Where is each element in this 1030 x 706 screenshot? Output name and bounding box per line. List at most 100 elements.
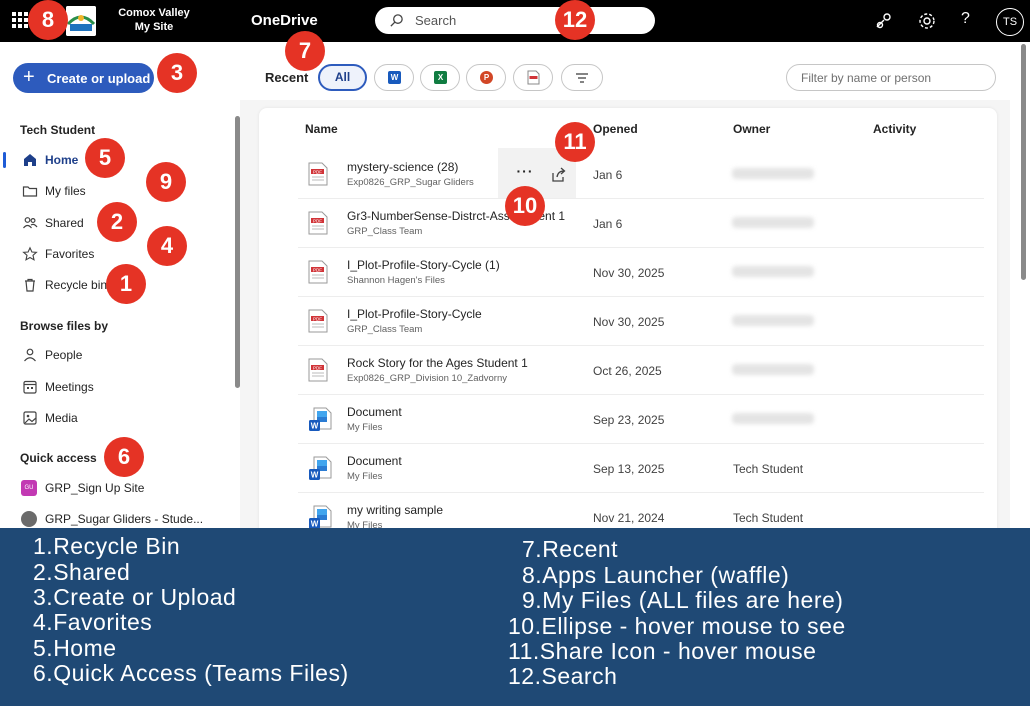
word-icon: W [388, 71, 401, 84]
column-header-opened[interactable]: Opened [593, 122, 638, 136]
sidebar-item-label: Shared [45, 216, 84, 230]
sidebar-item-label: Meetings [45, 380, 94, 394]
legend-item: 4.Favorites [33, 609, 153, 635]
site-name[interactable]: Comox Valley My Site [106, 6, 202, 34]
badge-5: 5 [85, 138, 125, 178]
file-opened-date: Sep 23, 2025 [593, 413, 665, 427]
pdf-file-icon: PDF [308, 211, 328, 235]
sidebar-item-media[interactable]: Media [0, 404, 232, 432]
share-icon[interactable] [550, 166, 568, 184]
help-icon[interactable]: ? [961, 10, 970, 28]
file-location: Exp0826_GRP_Division 10_Zadvorny [347, 373, 508, 384]
column-header-activity[interactable]: Activity [873, 122, 916, 136]
owner-redacted [732, 266, 814, 277]
table-row[interactable]: PDF I_Plot-Profile-Story-Cycle GRP_Class… [298, 297, 984, 346]
pdf-icon [527, 70, 540, 85]
create-button-label: Create or upload [47, 71, 151, 86]
badge-8: 8 [28, 0, 68, 40]
star-icon [22, 246, 38, 261]
gear-icon[interactable] [917, 11, 937, 31]
file-location: My Files [347, 422, 383, 433]
trash-icon [25, 278, 35, 292]
badge-10: 10 [505, 186, 545, 226]
quick-access-heading: Quick access [20, 451, 97, 465]
pdf-file-icon: PDF [308, 260, 328, 284]
main-scrollbar[interactable] [1021, 44, 1026, 280]
file-location: Shannon Hagen's Files [347, 275, 445, 286]
sidebar-item-my-files[interactable]: My files [0, 177, 232, 205]
quick-access-item-sign-up-site[interactable]: GU GRP_Sign Up Site [0, 474, 232, 502]
file-opened-date: Nov 30, 2025 [593, 315, 665, 329]
word-file-icon: W [309, 407, 332, 431]
powerpoint-icon: P [480, 71, 493, 84]
excel-icon: X [434, 71, 447, 84]
people-icon [23, 217, 38, 229]
svg-text:W: W [311, 471, 319, 480]
file-location: My Files [347, 471, 383, 482]
table-row[interactable]: W Document My Files Sep 13, 2025 Tech St… [298, 444, 984, 493]
filter-all-button[interactable]: All [318, 64, 367, 91]
badge-1: 1 [106, 264, 146, 304]
file-name[interactable]: I_Plot-Profile-Story-Cycle [347, 307, 482, 321]
site-icon: GU [21, 480, 37, 496]
sidebar-item-meetings[interactable]: Meetings [0, 373, 232, 401]
filter-by-name-input[interactable] [786, 64, 996, 91]
person-icon [24, 348, 36, 362]
file-name[interactable]: mystery-science (28) [347, 160, 458, 174]
svg-text:W: W [311, 422, 319, 431]
sidebar-item-label: People [45, 348, 83, 362]
file-name[interactable]: Document [347, 454, 402, 468]
table-row[interactable]: PDF Gr3-NumberSense-Distrct-Assessment 1… [298, 199, 984, 248]
column-header-owner[interactable]: Owner [733, 122, 770, 136]
filter-lines-icon [576, 73, 588, 83]
file-location: Exp0826_GRP_Sugar Gliders [347, 177, 474, 188]
pdf-file-icon: PDF [308, 358, 328, 382]
column-header-name[interactable]: Name [305, 122, 338, 136]
badge-3: 3 [157, 53, 197, 93]
file-name[interactable]: Document [347, 405, 402, 419]
badge-2: 2 [97, 202, 137, 242]
svg-text:PDF: PDF [313, 169, 322, 174]
legend-item: 3.Create or Upload [33, 584, 237, 610]
file-name[interactable]: Rock Story for the Ages Student 1 [347, 356, 528, 370]
sidebar-item-label: Favorites [45, 247, 95, 261]
file-name[interactable]: I_Plot-Profile-Story-Cycle (1) [347, 258, 500, 272]
sidebar-item-label: Media [45, 411, 78, 425]
filter-excel-button[interactable]: X [420, 64, 460, 91]
more-options-ellipsis-button[interactable]: ··· [512, 164, 538, 182]
site-name-line1: Comox Valley [118, 7, 190, 19]
home-icon [24, 154, 36, 166]
feedback-icon[interactable] [874, 11, 894, 31]
file-owner: Tech Student [733, 462, 804, 476]
avatar[interactable]: TS [996, 8, 1024, 36]
badge-12: 12 [555, 0, 595, 40]
filter-pdf-button[interactable] [513, 64, 553, 91]
sidebar-item-favorites[interactable]: Favorites [0, 240, 232, 268]
user-name-heading: Tech Student [20, 123, 96, 137]
svg-text:PDF: PDF [313, 365, 322, 370]
create-or-upload-button[interactable]: + Create or upload [13, 63, 154, 93]
badge-7: 7 [285, 31, 325, 71]
table-row[interactable]: PDF I_Plot-Profile-Story-Cycle (1) Shann… [298, 248, 984, 297]
legend-item: 1.Recycle Bin [33, 533, 181, 559]
app-launcher-waffle-icon[interactable] [12, 12, 28, 28]
legend-item: 6.Quick Access (Teams Files) [33, 660, 349, 686]
filter-powerpoint-button[interactable]: P [466, 64, 506, 91]
table-row[interactable]: PDF mystery-science (28) Exp0826_GRP_Sug… [298, 150, 984, 199]
search-box[interactable] [375, 7, 655, 34]
badge-11: 11 [555, 122, 595, 162]
svg-text:PDF: PDF [313, 316, 322, 321]
filter-more-button[interactable] [561, 64, 603, 91]
site-logo[interactable] [66, 6, 96, 36]
file-name[interactable]: my writing sample [347, 503, 443, 517]
sidebar-item-label: GRP_Sugar Gliders - Stude... [45, 512, 204, 526]
table-row[interactable]: W Document My Files Sep 23, 2025 [298, 395, 984, 444]
sidebar-item-people[interactable]: People [0, 341, 232, 369]
app-name[interactable]: OneDrive [251, 12, 318, 29]
file-owner: Tech Student [733, 511, 804, 525]
owner-redacted [732, 217, 814, 228]
filter-word-button[interactable]: W [374, 64, 414, 91]
table-row[interactable]: PDF Rock Story for the Ages Student 1 Ex… [298, 346, 984, 395]
legend-item: 7.Recent [522, 536, 619, 562]
sidebar-item-label: My files [45, 184, 86, 198]
